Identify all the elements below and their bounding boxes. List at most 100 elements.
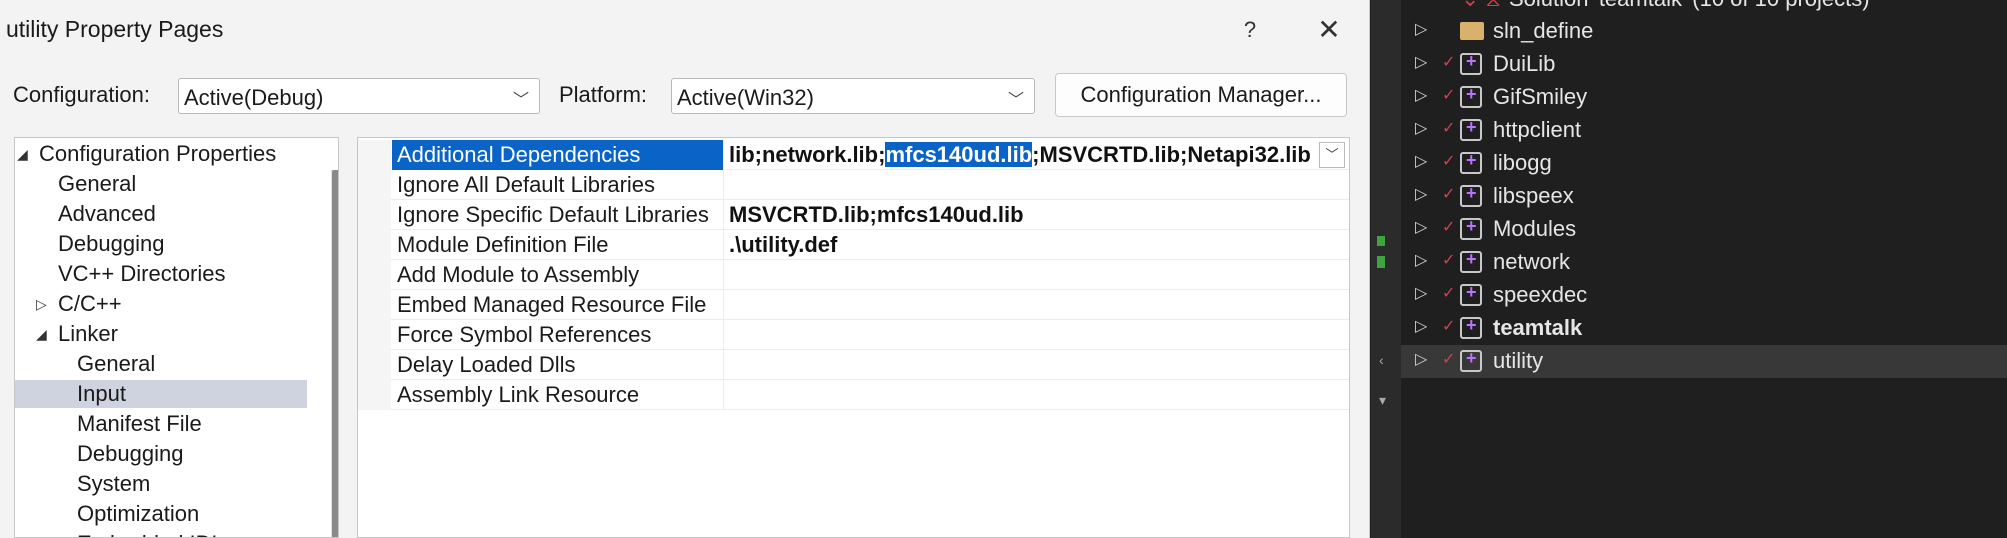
solution-item-teamtalk[interactable]: ▷ ✓ teamtalk	[1401, 312, 2007, 345]
change-marker	[1377, 236, 1385, 246]
grid-row[interactable]: Delay Loaded Dlls	[358, 350, 1349, 380]
project-icon	[1460, 84, 1482, 108]
tree-item-optimization[interactable]: Optimization	[77, 500, 199, 528]
property-value[interactable]	[725, 320, 1345, 350]
check-icon: ✓	[1442, 252, 1456, 269]
grid-row-additional-dependencies[interactable]: Additional Dependencies lib;network.lib;…	[358, 140, 1349, 170]
tree-scrollbar-thumb[interactable]	[332, 170, 338, 537]
property-value-input[interactable]: lib;network.lib;mfcs140ud.lib;MSVCRTD.li…	[725, 140, 1345, 170]
property-value[interactable]	[725, 350, 1345, 380]
grid-row[interactable]: Force Symbol References	[358, 320, 1349, 350]
check-icon: ✓	[1442, 54, 1456, 71]
property-name[interactable]: Ignore Specific Default Libraries	[392, 200, 724, 230]
dialog-title: utility Property Pages	[6, 16, 224, 42]
solution-item-gifsmiley[interactable]: ▷ ✓ GifSmiley	[1401, 81, 2007, 114]
chevron-left-icon[interactable]: ‹	[1379, 352, 1384, 368]
solution-item-libspeex[interactable]: ▷ ✓ libspeex	[1401, 180, 2007, 213]
tree-item-debugging[interactable]: Debugging	[58, 230, 164, 258]
expand-arrow-icon[interactable]: ▷	[1415, 52, 1427, 72]
chevron-down-icon: ﹀	[512, 92, 529, 109]
property-name[interactable]: Ignore All Default Libraries	[392, 170, 724, 200]
grid-row[interactable]: Ignore Specific Default Libraries MSVCRT…	[358, 200, 1349, 230]
platform-value: Active(Win32)	[677, 85, 814, 110]
check-icon: ✓	[1442, 186, 1456, 203]
check-icon: ✓	[1442, 285, 1456, 302]
tree-item-linker-general[interactable]: General	[77, 350, 155, 378]
solution-item-duilib[interactable]: ▷ ✓ DuiLib	[1401, 48, 2007, 81]
chevron-down-icon[interactable]: ▾	[1379, 392, 1386, 409]
solution-item-modules[interactable]: ▷ ✓ Modules	[1401, 213, 2007, 246]
chevron-down-icon: ﹀	[1007, 92, 1024, 109]
expand-arrow-icon[interactable]: ▷	[1415, 349, 1427, 369]
expand-arrow-icon[interactable]: ▷	[1415, 184, 1427, 204]
configuration-manager-button[interactable]: Configuration Manager...	[1055, 73, 1347, 117]
grid-row[interactable]: Add Module to Assembly	[358, 260, 1349, 290]
property-value[interactable]	[725, 170, 1345, 200]
grid-row[interactable]: Embed Managed Resource File	[358, 290, 1349, 320]
property-name[interactable]: Add Module to Assembly	[392, 260, 724, 290]
property-tree: ◢ Configuration Properties General Advan…	[14, 137, 339, 538]
grid-row[interactable]: Assembly Link Resource	[358, 380, 1349, 410]
grid-row[interactable]: Ignore All Default Libraries	[358, 170, 1349, 200]
configuration-select[interactable]: Active(Debug) ﹀	[178, 78, 540, 114]
check-icon: ✓	[1442, 120, 1456, 137]
expand-arrow-icon[interactable]: ▷	[1415, 151, 1427, 171]
tree-item-configuration-properties[interactable]: ◢ Configuration Properties	[17, 140, 276, 168]
property-name[interactable]: Additional Dependencies	[392, 140, 724, 170]
solution-item-sln-define[interactable]: ▷ sln_define	[1401, 15, 2007, 48]
expand-arrow-icon[interactable]: ▷	[1415, 250, 1427, 270]
tree-item-manifest-file[interactable]: Manifest File	[77, 410, 202, 438]
solution-item-libogg[interactable]: ▷ ✓ libogg	[1401, 147, 2007, 180]
platform-select[interactable]: Active(Win32) ﹀	[671, 78, 1035, 114]
property-value[interactable]	[725, 290, 1345, 320]
tree-item-vc-directories[interactable]: VC++ Directories	[58, 260, 226, 288]
solution-item-network[interactable]: ▷ ✓ network	[1401, 246, 2007, 279]
check-icon: ✓	[1442, 351, 1456, 368]
check-icon: ✓	[1442, 219, 1456, 236]
project-icon	[1460, 150, 1482, 174]
project-icon	[1460, 348, 1482, 372]
tree-item-general[interactable]: General	[58, 170, 136, 198]
project-icon	[1460, 282, 1482, 306]
tree-scrollbar[interactable]	[331, 170, 338, 537]
collapse-arrow-icon[interactable]: ◢	[17, 140, 28, 168]
help-button[interactable]: ?	[1228, 10, 1272, 50]
property-name[interactable]: Assembly Link Resource	[392, 380, 724, 410]
property-name[interactable]: Force Symbol References	[392, 320, 724, 350]
project-icon	[1460, 183, 1482, 207]
solution-root[interactable]: ⌄ ⧖Solution 'teamtalk' (10 of 10 project…	[1461, 0, 1870, 12]
tree-item-system[interactable]: System	[77, 470, 150, 498]
property-pages-dialog: utility Property Pages ? ✕ Configuration…	[0, 0, 1370, 538]
property-value[interactable]: MSVCRTD.lib;mfcs140ud.lib	[725, 200, 1345, 230]
tree-item-c-cpp[interactable]: ▷ C/C++	[36, 290, 122, 318]
expand-arrow-icon[interactable]: ▷	[1415, 85, 1427, 105]
expand-arrow-icon[interactable]: ▷	[1415, 217, 1427, 237]
close-button[interactable]: ✕	[1307, 10, 1351, 50]
expand-arrow-icon[interactable]: ▷	[1415, 283, 1427, 303]
solution-explorer: ⌄ ⧖Solution 'teamtalk' (10 of 10 project…	[1401, 0, 2007, 538]
expand-arrow-icon[interactable]: ▷	[36, 290, 47, 318]
change-marker	[1377, 256, 1385, 268]
dropdown-arrow-icon[interactable]: ﹀	[1319, 142, 1345, 168]
project-icon	[1460, 216, 1482, 240]
property-name[interactable]: Module Definition File	[392, 230, 724, 260]
grid-row[interactable]: Module Definition File .\utility.def	[358, 230, 1349, 260]
property-value[interactable]	[725, 380, 1345, 410]
property-value[interactable]: .\utility.def	[725, 230, 1345, 260]
expand-arrow-icon[interactable]: ▷	[1415, 316, 1427, 336]
configuration-value: Active(Debug)	[184, 85, 324, 110]
solution-item-httpclient[interactable]: ▷ ✓ httpclient	[1401, 114, 2007, 147]
tree-item-linker-input[interactable]: Input	[15, 380, 307, 408]
tree-item-advanced[interactable]: Advanced	[58, 200, 156, 228]
expand-arrow-icon[interactable]: ▷	[1415, 19, 1427, 39]
property-name[interactable]: Delay Loaded Dlls	[392, 350, 724, 380]
tree-item-linker[interactable]: ◢ Linker	[36, 320, 118, 348]
expand-arrow-icon[interactable]: ▷	[1415, 118, 1427, 138]
solution-item-speexdec[interactable]: ▷ ✓ speexdec	[1401, 279, 2007, 312]
tree-item-linker-debugging[interactable]: Debugging	[77, 440, 183, 468]
property-name[interactable]: Embed Managed Resource File	[392, 290, 724, 320]
solution-item-utility[interactable]: ▷ ✓ utility	[1401, 345, 2007, 378]
collapse-arrow-icon[interactable]: ◢	[36, 320, 47, 348]
tree-item-embedded-idl[interactable]: Embedded IDL	[77, 530, 224, 537]
property-value[interactable]	[725, 260, 1345, 290]
